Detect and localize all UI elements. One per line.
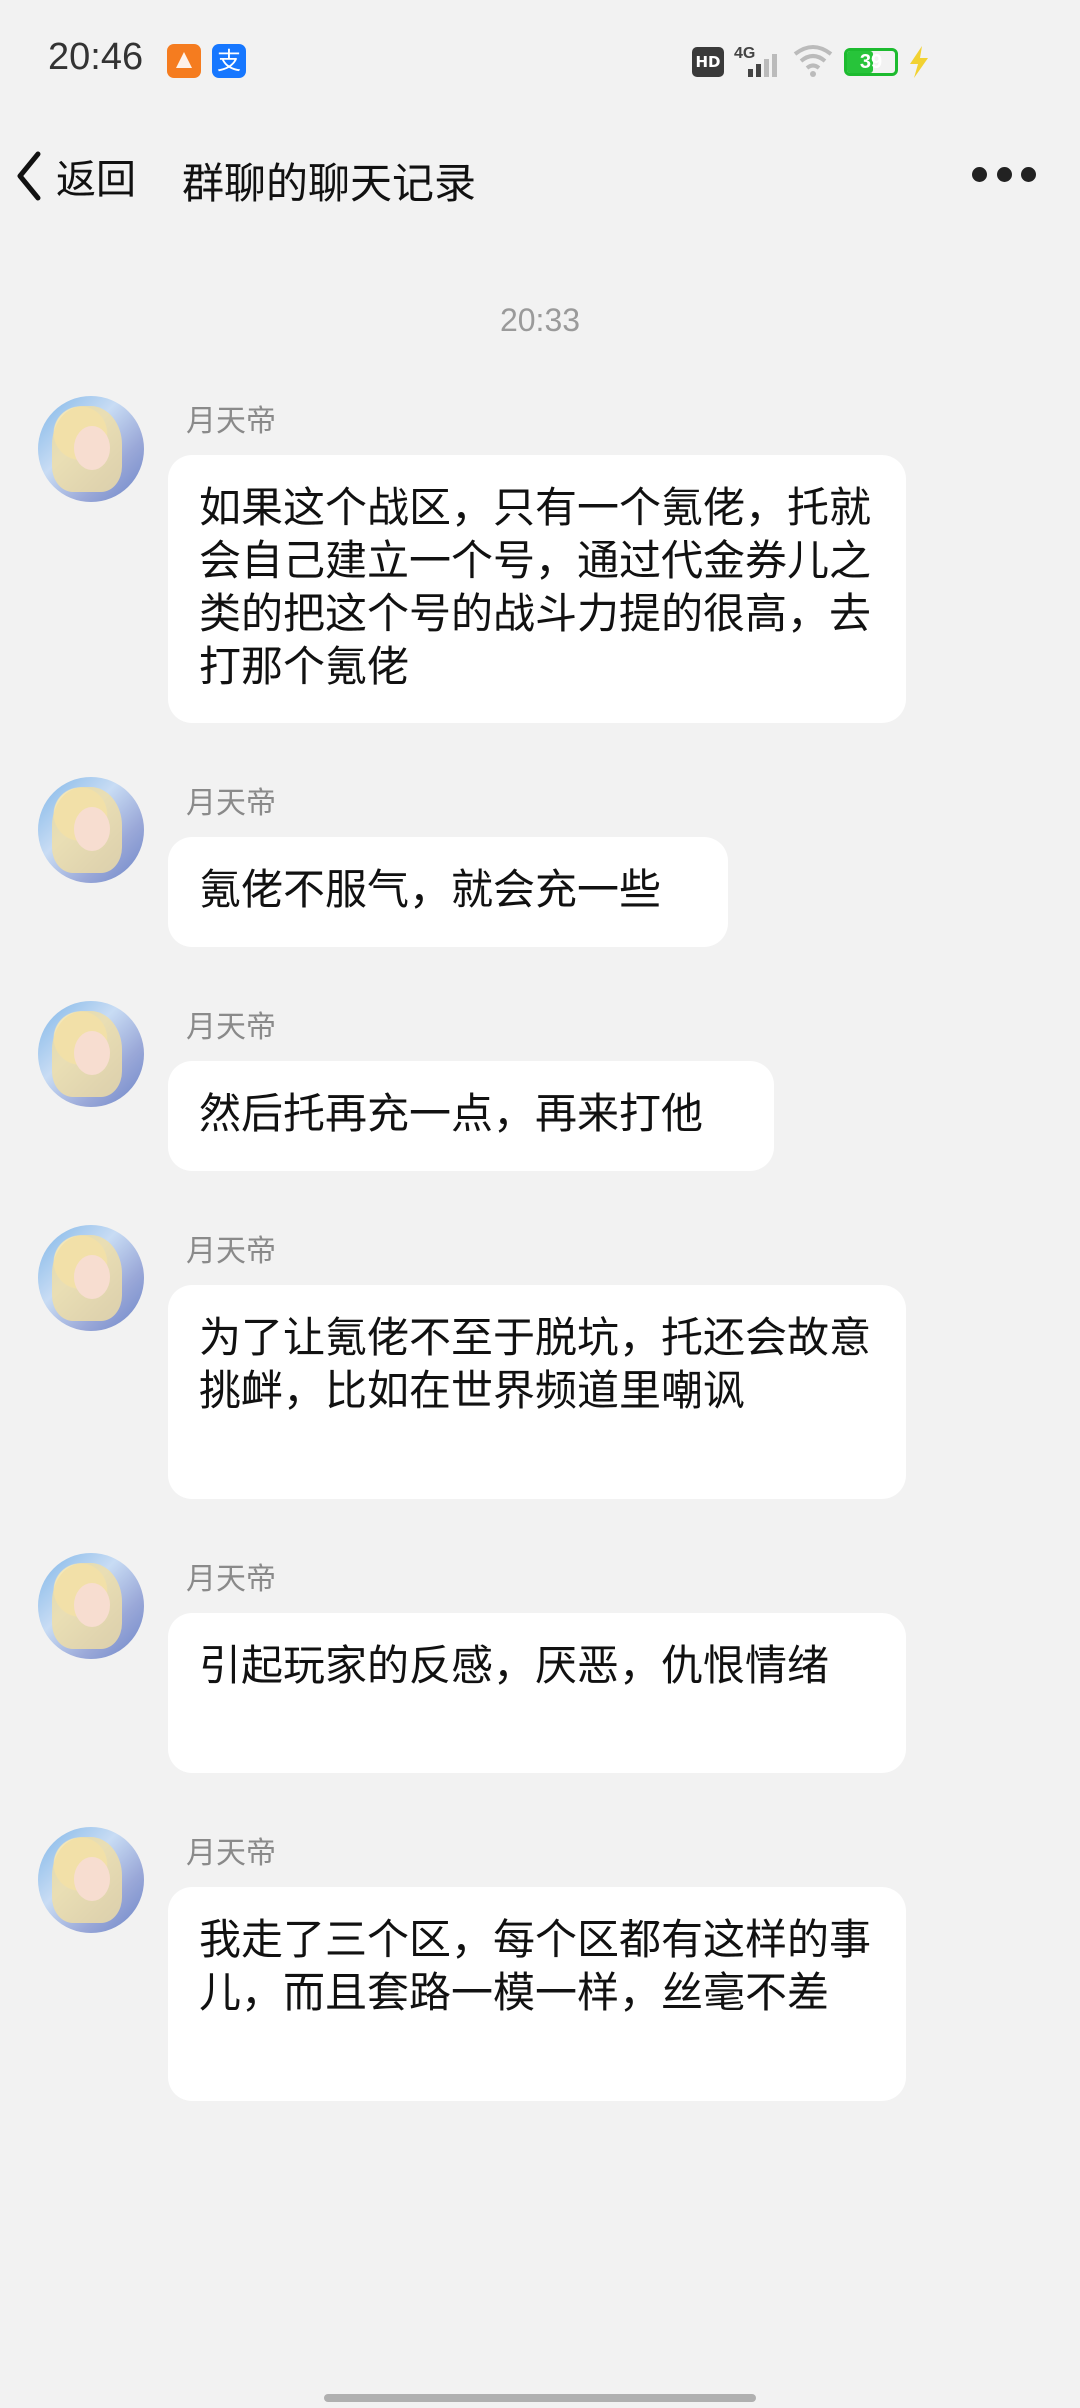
status-bar: 20:46 支 HD 4G 39 [0, 0, 1080, 120]
sender-name: 月天帝 [186, 1562, 276, 1597]
avatar[interactable] [38, 1001, 144, 1107]
more-dot-icon [996, 166, 1012, 182]
battery-icon: 39 [844, 48, 898, 76]
charging-icon [910, 46, 928, 78]
avatar[interactable] [38, 396, 144, 502]
message-bubble[interactable]: 我走了三个区，每个区都有这样的事儿，而且套路一模一样，丝毫不差 [168, 1887, 906, 2101]
app-notification-icon [167, 44, 201, 78]
status-time: 20:46 [48, 36, 144, 78]
page-title: 群聊的聊天记录 [182, 159, 477, 208]
message-bubble[interactable]: 引起玩家的反感，厌恶，仇恨情绪 [168, 1613, 906, 1773]
chat-timestamp: 20:33 [499, 302, 581, 338]
alipay-icon: 支 [212, 44, 246, 78]
sender-name: 月天帝 [186, 1836, 276, 1871]
message-bubble[interactable]: 为了让氪佬不至于脱坑，托还会故意挑衅，比如在世界频道里嘲讽 [168, 1285, 906, 1499]
battery-level: 39 [859, 51, 883, 73]
avatar[interactable] [38, 1553, 144, 1659]
message-bubble[interactable]: 如果这个战区，只有一个氪佬，托就会自己建立一个号，通过代金券儿之类的把这个号的战… [168, 455, 906, 723]
signal-icon: 4G [734, 45, 777, 77]
back-label: 返回 [56, 157, 136, 203]
nav-bar: 返回 群聊的聊天记录 [0, 120, 1080, 230]
more-dot-icon [1021, 166, 1036, 182]
network-type-label: 4G [734, 45, 755, 62]
message-bubble[interactable]: 氪佬不服气，就会充一些 [168, 837, 728, 947]
message-bubble[interactable]: 然后托再充一点，再来打他 [168, 1061, 774, 1171]
wifi-icon [793, 45, 833, 77]
sender-name: 月天帝 [186, 786, 276, 821]
avatar[interactable] [38, 1827, 144, 1933]
sender-name: 月天帝 [186, 1234, 276, 1269]
sender-name: 月天帝 [186, 404, 276, 439]
sender-name: 月天帝 [186, 1010, 276, 1045]
more-dot-icon [972, 166, 987, 182]
chevron-left-icon [17, 151, 41, 201]
more-options-button[interactable] [972, 162, 1036, 186]
home-indicator[interactable] [324, 2394, 756, 2402]
hd-icon: HD [692, 47, 724, 77]
avatar[interactable] [38, 777, 144, 883]
back-button[interactable]: 返回 [14, 146, 136, 206]
avatar[interactable] [38, 1225, 144, 1331]
